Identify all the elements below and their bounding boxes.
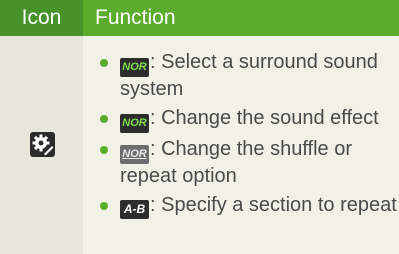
- nor-sound-effect-badge-icon: NOR: [120, 114, 149, 133]
- table-row: NOR: Select a surround sound system NOR:…: [0, 36, 399, 254]
- table-header: Icon Function: [0, 0, 399, 36]
- settings-gear-icon: [30, 132, 55, 157]
- list-item: A-B: Specify a section to repeat: [98, 193, 398, 219]
- ab-repeat-badge-icon: A-B: [120, 200, 149, 219]
- header-function-column: Function: [95, 6, 176, 29]
- list-item: NOR: Change the shuffle or repeat option: [98, 137, 398, 189]
- function-list: NOR: Select a surround sound system NOR:…: [98, 50, 398, 223]
- nor-surround-badge-icon: NOR: [120, 58, 149, 77]
- list-item-text: : Specify a section to repeat: [150, 194, 397, 216]
- nor-shuffle-repeat-badge-icon: NOR: [120, 145, 149, 164]
- list-item-text: : Change the shuffle or repeat option: [120, 138, 352, 187]
- list-item-text: : Select a surround sound system: [120, 51, 378, 100]
- list-item-text: : Change the sound effect: [150, 107, 379, 129]
- list-item: NOR: Change the sound effect: [98, 106, 398, 133]
- list-item: NOR: Select a surround sound system: [98, 50, 398, 102]
- header-icon-column: Icon: [0, 0, 83, 36]
- icon-cell: [0, 36, 83, 254]
- function-table: Icon Function NOR: Select a surround so…: [0, 0, 399, 254]
